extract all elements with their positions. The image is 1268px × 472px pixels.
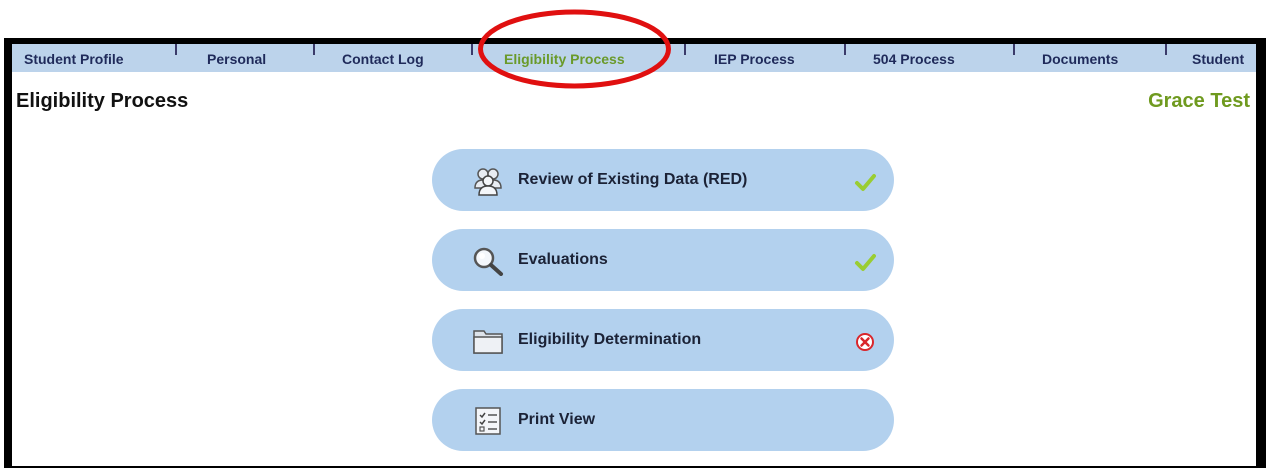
people-icon	[474, 168, 502, 196]
tab-separator	[684, 44, 686, 55]
student-name: Grace Test	[1148, 90, 1250, 112]
checklist-icon	[475, 407, 501, 435]
tab-iep-process[interactable]: IEP Process	[714, 44, 795, 72]
tab-separator	[1165, 44, 1167, 55]
review-existing-data-button[interactable]: Review of Existing Data (RED)	[432, 149, 894, 211]
step-label: Evaluations	[518, 251, 608, 268]
evaluations-button[interactable]: Evaluations	[432, 229, 894, 291]
tab-student-profile[interactable]: Student Profile	[24, 44, 124, 72]
tab-504-process[interactable]: 504 Process	[873, 44, 955, 72]
tab-personal[interactable]: Personal	[207, 44, 266, 72]
tab-separator	[1013, 44, 1015, 55]
tab-student[interactable]: Student	[1192, 44, 1244, 72]
page-title: Eligibility Process	[16, 90, 189, 112]
checkmark-icon	[855, 174, 876, 191]
tab-separator	[313, 44, 315, 55]
step-label: Review of Existing Data (RED)	[518, 171, 748, 188]
tab-contact-log[interactable]: Contact Log	[342, 44, 424, 72]
tab-documents[interactable]: Documents	[1042, 44, 1118, 72]
tab-separator	[471, 44, 473, 55]
print-view-button[interactable]: Print View	[432, 389, 894, 451]
eligibility-determination-button[interactable]: Eligibility Determination	[432, 309, 894, 371]
content-area: Student Profile Personal Contact Log Eli…	[12, 44, 1256, 466]
tab-eligibility-process[interactable]: Eligibility Process	[504, 44, 625, 72]
magnifier-icon	[473, 247, 503, 276]
tab-separator	[175, 44, 177, 55]
tab-bar: Student Profile Personal Contact Log Eli…	[12, 44, 1256, 72]
error-x-icon	[856, 333, 874, 351]
folder-icon	[473, 330, 503, 354]
tab-separator	[844, 44, 846, 55]
step-label: Print View	[518, 411, 596, 428]
step-label: Eligibility Determination	[518, 331, 702, 348]
checkmark-icon	[855, 254, 876, 271]
